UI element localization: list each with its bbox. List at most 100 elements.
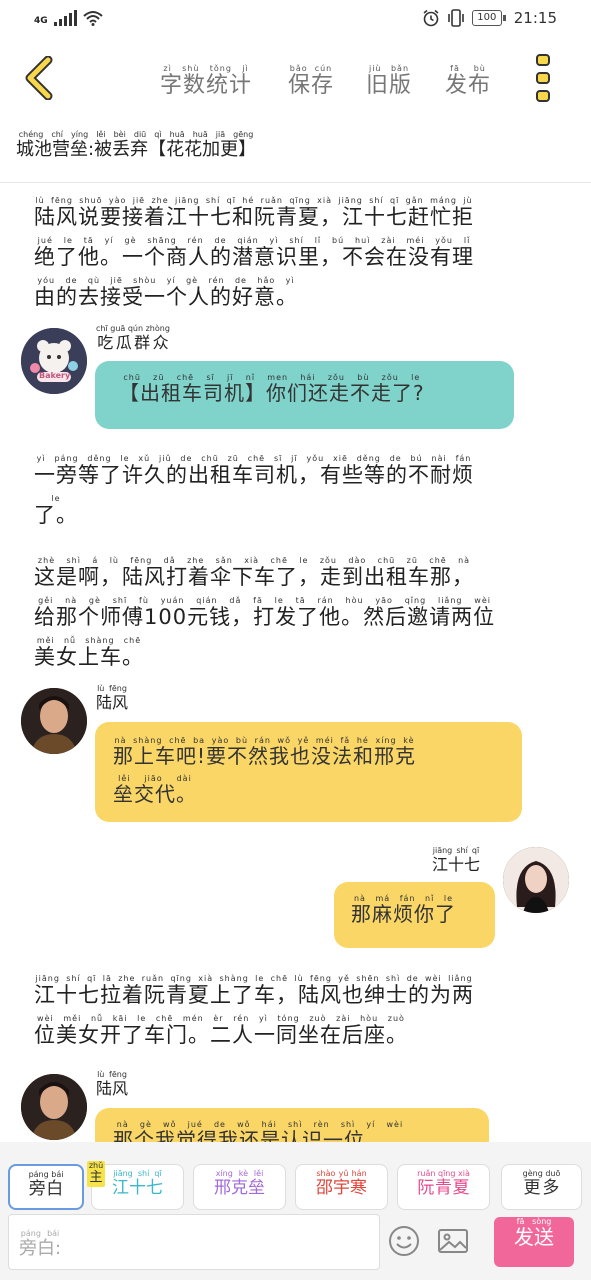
battery-icon: 100: [471, 10, 506, 26]
battery-level: 100: [471, 10, 502, 26]
line-text: 绝了他。一个商人的潜意识里，不会在没有理: [34, 245, 474, 269]
back-arrow-icon[interactable]: [20, 56, 60, 100]
wifi-icon: [82, 11, 103, 26]
vibrate-icon: [447, 9, 464, 27]
line-pinyin: měi nǚ shàng chē: [34, 636, 144, 645]
role-pinyin: xíng kè lěi: [214, 1169, 265, 1178]
emoji-icon[interactable]: [387, 1224, 421, 1258]
speaker-name: 吃瓜群众chī guā qún zhòng: [96, 324, 170, 353]
image-icon[interactable]: [436, 1224, 470, 1258]
old-version-pinyin: jiù bǎn: [366, 64, 412, 73]
narration-block: 陆风说要接着江十七和阮青夏，江十七赶忙拒lù fēng shuō yào jiē…: [34, 196, 558, 316]
line-text: 陆风说要接着江十七和阮青夏，江十七赶忙拒: [34, 205, 474, 229]
bubble-line: 那上车吧!要不然我也没法和邢克nà shàng chē ba yào bù rá…: [113, 736, 522, 774]
line-pinyin: zhè shì á lù fēng dǎ zhe sǎn xià chē le …: [34, 556, 474, 565]
chat-bubble[interactable]: 那麻烦你了nà má fán nǐ le: [334, 882, 495, 948]
publish-pinyin: fā bù: [445, 64, 491, 73]
bubble-text: 【出租车司机】你们还走不走了?: [119, 381, 425, 405]
status-right: 100 21:15: [422, 9, 557, 27]
narration-line: 这是啊，陆风打着伞下车了，走到出租车那，zhè shì á lù fēng dǎ…: [34, 556, 558, 596]
role-narrator[interactable]: 旁白páng bái: [8, 1164, 84, 1210]
bubble-text: 垒交代。: [113, 782, 197, 806]
clock: 21:15: [513, 9, 557, 27]
speaker-text: 江十七: [432, 855, 481, 874]
bubble-pinyin: chū zū chē sī jī nǐ men hái zǒu bù zǒu l…: [119, 373, 425, 382]
avatar[interactable]: [21, 1074, 87, 1140]
send-label: 发送: [514, 1225, 554, 1249]
role-label: 江十七: [112, 1178, 163, 1198]
story-title: 城池营垒:被丢弃【花花加更】chéng chí yíng lěi bèi diū…: [16, 130, 256, 161]
narration-line: 由的去接受一个人的好意。yóu de qù jiē shòu yí gè rén…: [34, 276, 558, 316]
more-roles-button[interactable]: 更多gèng duō: [501, 1164, 582, 1210]
message-input[interactable]: 旁白:páng bái: [8, 1214, 380, 1270]
avatar[interactable]: [21, 688, 87, 754]
role-ruanqingxia[interactable]: 阮青夏ruǎn qīng xià: [397, 1164, 490, 1210]
speaker-name: 江十七jiāng shí qī: [432, 846, 480, 875]
more-menu-icon[interactable]: [533, 54, 553, 102]
narration-line: 了。le: [34, 494, 558, 534]
line-text: 了。: [34, 503, 78, 527]
host-tag-pinyin: zhǔ: [88, 1161, 104, 1170]
word-count-button[interactable]: 字数统计zì shù tǒng jì: [160, 64, 252, 99]
host-tag: 主zhǔ: [87, 1161, 105, 1187]
avatar[interactable]: [503, 847, 569, 913]
speaker-pinyin: lù fēng: [96, 1070, 128, 1079]
chat-bubble[interactable]: 那上车吧!要不然我也没法和邢克nà shàng chē ba yào bù rá…: [95, 722, 522, 822]
role-label: 旁白: [28, 1179, 64, 1199]
network-type: 4G: [34, 16, 48, 26]
avatar[interactable]: Bakery: [21, 328, 87, 394]
publish-button[interactable]: 发布fā bù: [445, 64, 491, 99]
old-version-button[interactable]: 旧版jiù bǎn: [366, 64, 412, 99]
role-xingkelei[interactable]: 邢克垒xíng kè lěi: [193, 1164, 286, 1210]
narration-block: 一旁等了许久的出租车司机，有些等的不耐烦yì páng děng le xǔ j…: [34, 454, 558, 534]
narration-line: 位美女开了车门。二人一同坐在后座。wèi měi nǚ kāi le chē m…: [34, 1014, 558, 1054]
narration-line: 绝了他。一个商人的潜意识里，不会在没有理jué le tā yí gè shān…: [34, 236, 558, 276]
bubble-pinyin: nà shàng chē ba yào bù rán wǒ yě méi fǎ …: [113, 736, 417, 745]
role-pinyin: gèng duō: [522, 1169, 561, 1178]
word-count-label: 字数统计: [160, 73, 253, 98]
chat-bubble[interactable]: 【出租车司机】你们还走不走了?chū zū chē sī jī nǐ men h…: [95, 361, 514, 429]
line-pinyin: yì páng děng le xǔ jiǔ de chū zū chē sī …: [34, 454, 474, 463]
avatar-jiangshiqi-image: [503, 847, 569, 913]
bubble-pinyin: nà má fán nǐ le: [351, 894, 456, 903]
line-text: 由的去接受一个人的好意。: [34, 285, 298, 309]
role-pinyin: shào yǔ hán: [316, 1169, 367, 1178]
speaker-name: 陆风lù fēng: [96, 1070, 128, 1099]
speaker-pinyin: lù fēng: [96, 684, 128, 693]
story-title-text: 城池营垒:被丢弃【花花加更】: [16, 139, 257, 160]
line-text: 美女上车。: [34, 645, 144, 669]
word-count-pinyin: zì shù tǒng jì: [160, 64, 253, 73]
old-version-label: 旧版: [366, 73, 413, 98]
alarm-icon: [423, 9, 439, 27]
speaker-pinyin: jiāng shí qī: [432, 846, 480, 855]
narration-line: 给那个师傅100元钱，打发了他。然后邀请两位gěi nà gè shī fù y…: [34, 596, 558, 636]
placeholder-pinyin: páng bái: [19, 1229, 62, 1238]
narration-line: 陆风说要接着江十七和阮青夏，江十七赶忙拒lù fēng shuō yào jiē…: [34, 196, 558, 236]
bubble-text: 那麻烦你了: [351, 902, 456, 926]
status-left: 4G: [34, 10, 103, 26]
role-label: 阮青夏: [417, 1178, 470, 1198]
narration-line: 美女上车。měi nǚ shàng chē: [34, 636, 558, 676]
line-pinyin: jué le tā yí gè shāng rén de qián yì shí…: [34, 236, 474, 245]
speaker-pinyin: chī guā qún zhòng: [96, 324, 170, 333]
role-shaoyuhan[interactable]: 邵宇寒shào yǔ hán: [295, 1164, 388, 1210]
line-text: 这是啊，陆风打着伞下车了，走到出租车那，: [34, 565, 474, 589]
bubble-line: 垒交代。lěi jiāo dài: [113, 774, 522, 812]
line-text: 江十七拉着阮青夏上了车，陆风也绅士的为两: [34, 983, 474, 1007]
avatar-lufeng-image: [21, 688, 87, 754]
bubble-pinyin: lěi jiāo dài: [113, 774, 197, 783]
line-pinyin: gěi nà gè shī fù yuán qián dǎ fā le tā r…: [34, 596, 496, 605]
send-button[interactable]: 发送fā sòng: [494, 1217, 574, 1267]
role-label: 更多: [522, 1178, 561, 1198]
divider: [0, 182, 591, 183]
save-button[interactable]: 保存bǎo cún: [288, 64, 334, 99]
line-text: 一旁等了许久的出租车司机，有些等的不耐烦: [34, 463, 474, 487]
role-label: 邵宇寒: [316, 1178, 367, 1198]
line-pinyin: wèi měi nǚ kāi le chē mén èr rén yì tóng…: [34, 1014, 408, 1023]
role-pinyin: ruǎn qīng xià: [417, 1169, 470, 1178]
placeholder-text: 旁白:: [19, 1238, 62, 1259]
status-bar: 4G 100 21:15: [0, 0, 591, 40]
narration-block: 江十七拉着阮青夏上了车，陆风也绅士的为两jiāng shí qī lā zhe …: [34, 974, 558, 1054]
bubble-pinyin: nà gè wǒ jué de wǒ hái shì rèn shì yí wè…: [113, 1120, 407, 1129]
line-text: 给那个师傅100元钱，打发了他。然后邀请两位: [34, 605, 496, 629]
